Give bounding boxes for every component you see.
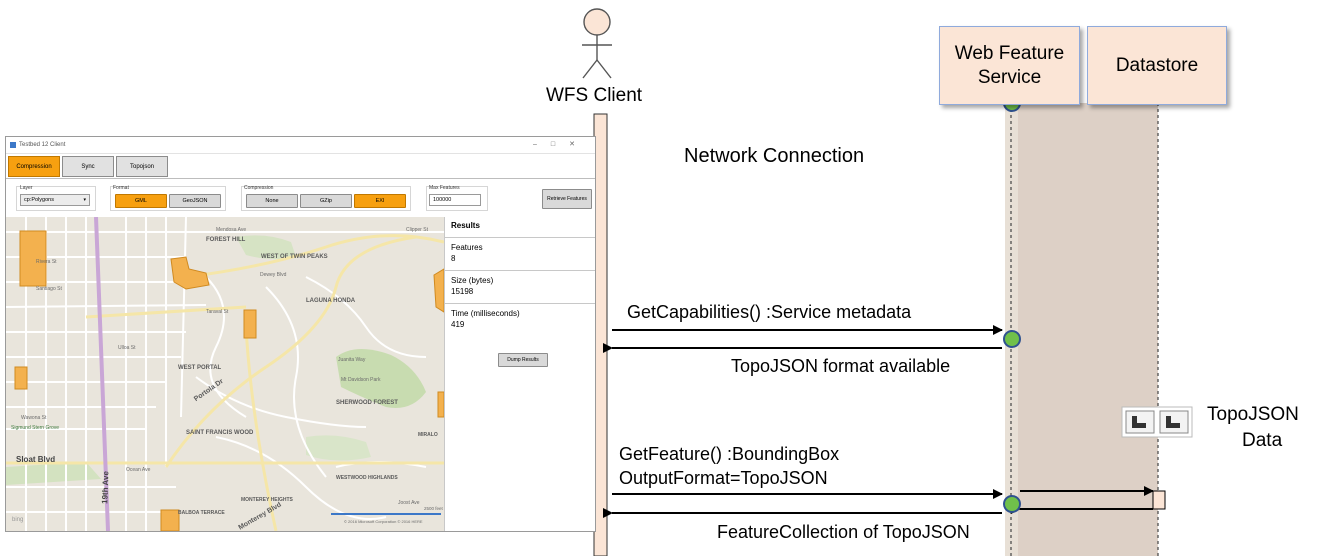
wfs-lifeline-box: Web Feature Service xyxy=(939,26,1080,105)
map-label-rivera-st: Rivera St xyxy=(36,259,57,265)
time-label: Time (milliseconds) xyxy=(451,309,520,318)
map-label-miralo: MIRALO xyxy=(418,432,438,438)
size-value: 15198 xyxy=(451,287,474,296)
window-controls[interactable]: –□✕ xyxy=(533,140,589,148)
client-actor-label: WFS Client xyxy=(546,85,643,106)
results-time-section: Time (milliseconds) 419 xyxy=(445,304,595,334)
app-titlebar: Testbed 12 Client –□✕ xyxy=(6,137,595,154)
results-size-section: Size (bytes) 15198 xyxy=(445,271,595,304)
app-tab-row: Compression Sync Topojson xyxy=(6,154,595,179)
map-view[interactable]: FOREST HILL WEST OF TWIN PEAKS LAGUNA HO… xyxy=(6,217,444,531)
map-copyright: © 2016 Microsoft Corporation © 2016 HERE xyxy=(344,519,423,524)
size-label: Size (bytes) xyxy=(451,276,494,285)
map-label-saint-francis-wood: SAINT FRANCIS WOOD xyxy=(186,430,254,436)
topojson-data-label-1: TopoJSON xyxy=(1207,404,1299,425)
message-label-topojson-available: TopoJSON format available xyxy=(731,356,951,376)
retrieve-features-button[interactable]: Retrieve Features xyxy=(542,189,592,209)
layer-select-value: cp:Polygons xyxy=(24,197,54,203)
actor-stick-figure xyxy=(582,8,612,79)
format-gml-button[interactable]: GML xyxy=(115,194,167,208)
map-label-westwood-highlands: WESTWOOD HIGHLANDS xyxy=(336,475,398,481)
topojson-data-label-2: Data xyxy=(1242,430,1283,451)
results-features-section: Features 8 xyxy=(445,238,595,271)
datastore-activation xyxy=(1152,490,1166,510)
format-label: Format xyxy=(113,185,129,191)
compression-exi-button[interactable]: EXI xyxy=(354,194,406,208)
layer-label: Layer xyxy=(20,185,33,191)
map-label-mendosa-ave: Mendosa Ave xyxy=(216,227,247,233)
app-window-title: Testbed 12 Client xyxy=(19,142,66,148)
results-panel: Results Features 8 Size (bytes) 15198 Ti… xyxy=(444,217,595,531)
map-label-forest-hill: FOREST HILL xyxy=(206,237,246,243)
message-label-getfeature-1: GetFeature() :BoundingBox xyxy=(619,444,840,464)
map-label-clipper-st: Clipper St xyxy=(406,227,428,233)
map-label-balboa-terrace: BALBOA TERRACE xyxy=(178,510,225,516)
compression-gzip-button[interactable]: GZip xyxy=(300,194,352,208)
chevron-down-icon: ▾ xyxy=(83,197,86,203)
map-label-sherwood-forest: SHERWOOD FOREST xyxy=(336,400,398,406)
map-label-19th-ave: 19th Ave xyxy=(100,470,111,505)
wfs-lifeline-label: Web Feature Service xyxy=(954,42,1065,88)
map-label-stern-grove: Sigmund Stern Grove xyxy=(11,425,60,431)
map-label-west-portal: WEST PORTAL xyxy=(178,365,222,371)
format-geojson-button[interactable]: GeoJSON xyxy=(169,194,221,208)
compression-label: Compression xyxy=(244,185,274,191)
datastore-region xyxy=(1018,103,1158,556)
map-label-ulloa-st: Ulloa St xyxy=(118,345,136,351)
message-label-getfeature-2: OutputFormat=TopoJSON xyxy=(619,468,828,488)
map-label-monterey-heights: MONTEREY HEIGHTS xyxy=(241,497,293,503)
map-label-taraval-st: Taraval St xyxy=(206,309,229,315)
map-scale-label: 2500 feet xyxy=(424,506,443,511)
wfs-state-circle-mid xyxy=(1003,330,1021,348)
map-label-sloat-blvd: Sloat Blvd xyxy=(16,455,56,464)
map-label-laguna-honda: LAGUNA HONDA xyxy=(306,298,356,304)
wfs-state-circle-bottom xyxy=(1003,495,1021,513)
message-label-featurecollection: FeatureCollection of TopoJSON xyxy=(717,522,970,542)
map-streets xyxy=(6,217,444,531)
time-value: 419 xyxy=(451,320,465,329)
message-label-getcapabilities: GetCapabilities() :Service metadata xyxy=(627,302,912,322)
tab-compression[interactable]: Compression xyxy=(8,156,60,177)
map-label-dewey-blvd: Dewey Blvd xyxy=(260,272,287,278)
results-title: Results xyxy=(445,217,595,238)
max-features-input[interactable]: 100000 xyxy=(429,194,481,206)
map-label-mt-davidson-park: Mt Davidson Park xyxy=(341,377,381,383)
features-value: 8 xyxy=(451,254,456,263)
bing-logo: bing xyxy=(12,517,24,523)
map-label-joost-ave: Joost Ave xyxy=(398,500,420,506)
client-app-window: Testbed 12 Client –□✕ Compression Sync T… xyxy=(5,136,596,532)
features-label: Features xyxy=(451,243,483,252)
map-label-juanita-way: Juanita Way xyxy=(338,357,366,363)
dump-results-button[interactable]: Dump Results xyxy=(498,353,548,367)
datastore-lifeline-label: Datastore xyxy=(1115,54,1199,76)
compression-none-button[interactable]: None xyxy=(246,194,298,208)
tab-topojson[interactable]: Topojson xyxy=(116,156,168,177)
map-label-west-of-twin-peaks: WEST OF TWIN PEAKS xyxy=(261,254,328,260)
topojson-data-icon xyxy=(1121,406,1193,438)
datastore-lifeline-box: Datastore xyxy=(1087,26,1227,105)
app-window-icon xyxy=(10,142,16,148)
network-connection-label: Network Connection xyxy=(684,145,865,167)
map-label-ocean-ave: Ocean Ave xyxy=(126,467,151,473)
map-label-santiago-st: Santiago St xyxy=(36,286,62,292)
max-features-label: Max Features xyxy=(429,185,460,191)
tab-sync[interactable]: Sync xyxy=(62,156,114,177)
map-label-wawona-st: Wawona St xyxy=(21,415,47,421)
layer-select[interactable]: cp:Polygons ▾ xyxy=(20,194,90,206)
